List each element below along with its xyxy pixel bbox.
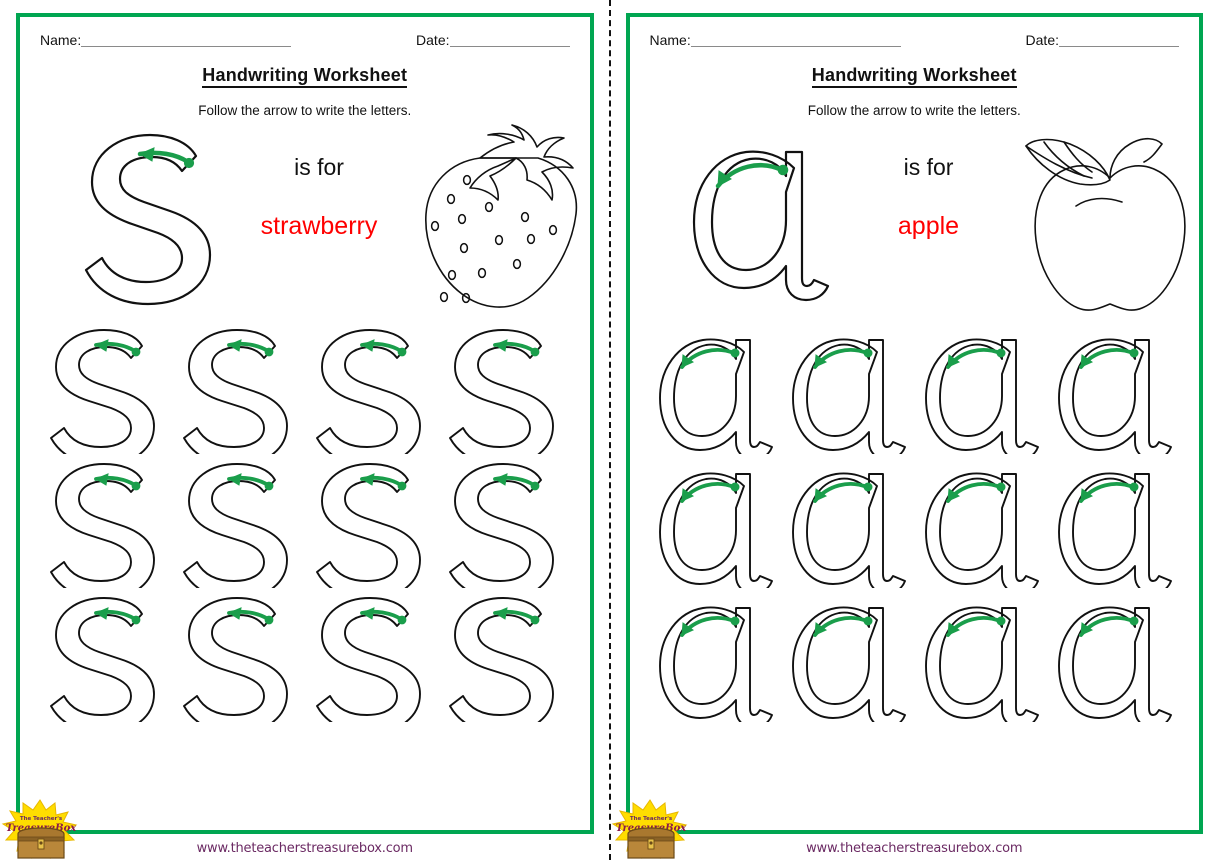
page-title-text: Handwriting Worksheet xyxy=(202,65,408,88)
treasure-box-logo: The Teacher's TreasureBox xyxy=(0,798,82,860)
date-input-rule[interactable] xyxy=(449,33,570,47)
is-for-label: is for xyxy=(903,154,954,180)
practice-letter-a[interactable] xyxy=(785,460,911,588)
target-word: strawberry xyxy=(260,212,378,240)
hero-letter-a xyxy=(686,130,836,310)
treasure-box-logo: The Teacher's TreasureBox xyxy=(610,798,692,860)
practice-letter-a[interactable] xyxy=(918,594,1044,722)
practice-letter-s[interactable] xyxy=(441,326,567,454)
practice-letter-a[interactable] xyxy=(785,594,911,722)
practice-letter-s[interactable] xyxy=(42,326,168,454)
date-field-left[interactable]: Date: xyxy=(416,32,570,48)
page-border-left: Name: Date: Handwriting Worksheet Follow… xyxy=(16,13,594,834)
name-field-left[interactable]: Name: xyxy=(40,32,292,48)
page-title-left: Handwriting Worksheet xyxy=(38,65,572,88)
date-field-right[interactable]: Date: xyxy=(1026,33,1179,47)
hero-section-right: is for apple xyxy=(648,122,1186,318)
page-title-right: Handwriting Worksheet xyxy=(648,65,1182,88)
page-subtitle-right: Follow the arrow to write the letters. xyxy=(807,103,1021,118)
practice-letter-a[interactable] xyxy=(652,460,778,588)
name-date-row-right: Name: Date: xyxy=(648,33,1182,47)
practice-letter-a[interactable] xyxy=(785,326,911,454)
practice-grid-right xyxy=(648,326,1182,722)
practice-letter-s[interactable] xyxy=(42,594,168,722)
treasure-chest-icon xyxy=(626,827,675,859)
practice-letter-s[interactable] xyxy=(441,594,567,722)
practice-letter-s[interactable] xyxy=(42,460,168,588)
practice-grid-left xyxy=(38,326,572,722)
practice-row xyxy=(38,594,572,722)
strawberry-illustration xyxy=(404,122,600,318)
footer-left: www.theteacherstreasurebox.com The Teach… xyxy=(0,799,610,860)
is-for-label: is for xyxy=(294,154,344,180)
date-label: Date: xyxy=(416,32,450,48)
page-subtitle-left: Follow the arrow to write the letters. xyxy=(198,103,412,118)
practice-row xyxy=(648,594,1182,722)
hero-text-left: is for strawberry xyxy=(234,156,404,239)
website-url[interactable]: www.theteacherstreasurebox.com xyxy=(0,841,610,856)
hero-section-left: is for strawberry xyxy=(38,122,578,318)
practice-row xyxy=(38,326,572,454)
name-input-rule[interactable] xyxy=(690,33,901,47)
apple-illustration xyxy=(1014,122,1210,318)
practice-letter-a[interactable] xyxy=(1051,594,1177,722)
practice-row xyxy=(38,460,572,588)
worksheet-page-right: Name: Date: Handwriting Worksheet Follow… xyxy=(610,0,1219,860)
footer-right: www.theteacherstreasurebox.com The Teach… xyxy=(610,799,1219,860)
practice-row xyxy=(648,326,1182,454)
practice-letter-a[interactable] xyxy=(652,326,778,454)
name-input-rule[interactable] xyxy=(81,33,292,47)
page-title-text: Handwriting Worksheet xyxy=(811,65,1017,88)
practice-letter-s[interactable] xyxy=(175,326,301,454)
practice-letter-s[interactable] xyxy=(308,460,434,588)
practice-letter-s[interactable] xyxy=(175,594,301,722)
practice-letter-s[interactable] xyxy=(441,460,567,588)
practice-letter-s[interactable] xyxy=(308,594,434,722)
worksheet-page-left: Name: Date: Handwriting Worksheet Follow… xyxy=(0,0,610,860)
date-label: Date: xyxy=(1025,32,1059,48)
svg-text:The Teacher's: The Teacher's xyxy=(20,816,63,822)
page-cut-divider xyxy=(609,0,611,860)
worksheet-spread: Name: Date: Handwriting Worksheet Follow… xyxy=(0,0,1219,860)
practice-letter-s[interactable] xyxy=(175,460,301,588)
target-word: apple xyxy=(897,212,960,240)
practice-letter-a[interactable] xyxy=(918,460,1044,588)
practice-letter-s[interactable] xyxy=(308,326,434,454)
practice-letter-a[interactable] xyxy=(918,326,1044,454)
page-border-right: Name: Date: Handwriting Worksheet Follow… xyxy=(625,13,1203,834)
svg-text:The Teacher's: The Teacher's xyxy=(629,816,672,822)
date-input-rule[interactable] xyxy=(1059,33,1179,47)
name-date-row-left: Name: Date: xyxy=(38,33,572,47)
practice-letter-a[interactable] xyxy=(652,594,778,722)
name-label: Name: xyxy=(40,32,82,48)
name-field-right[interactable]: Name: xyxy=(650,33,901,47)
practice-row xyxy=(648,460,1182,588)
practice-letter-a[interactable] xyxy=(1051,326,1177,454)
practice-letter-a[interactable] xyxy=(1051,460,1177,588)
website-url[interactable]: www.theteacherstreasurebox.com xyxy=(610,841,1219,856)
name-label: Name: xyxy=(649,32,691,48)
hero-text-right: is for apple xyxy=(844,156,1014,239)
hero-letter-s xyxy=(76,130,226,310)
treasure-chest-icon xyxy=(17,827,65,859)
